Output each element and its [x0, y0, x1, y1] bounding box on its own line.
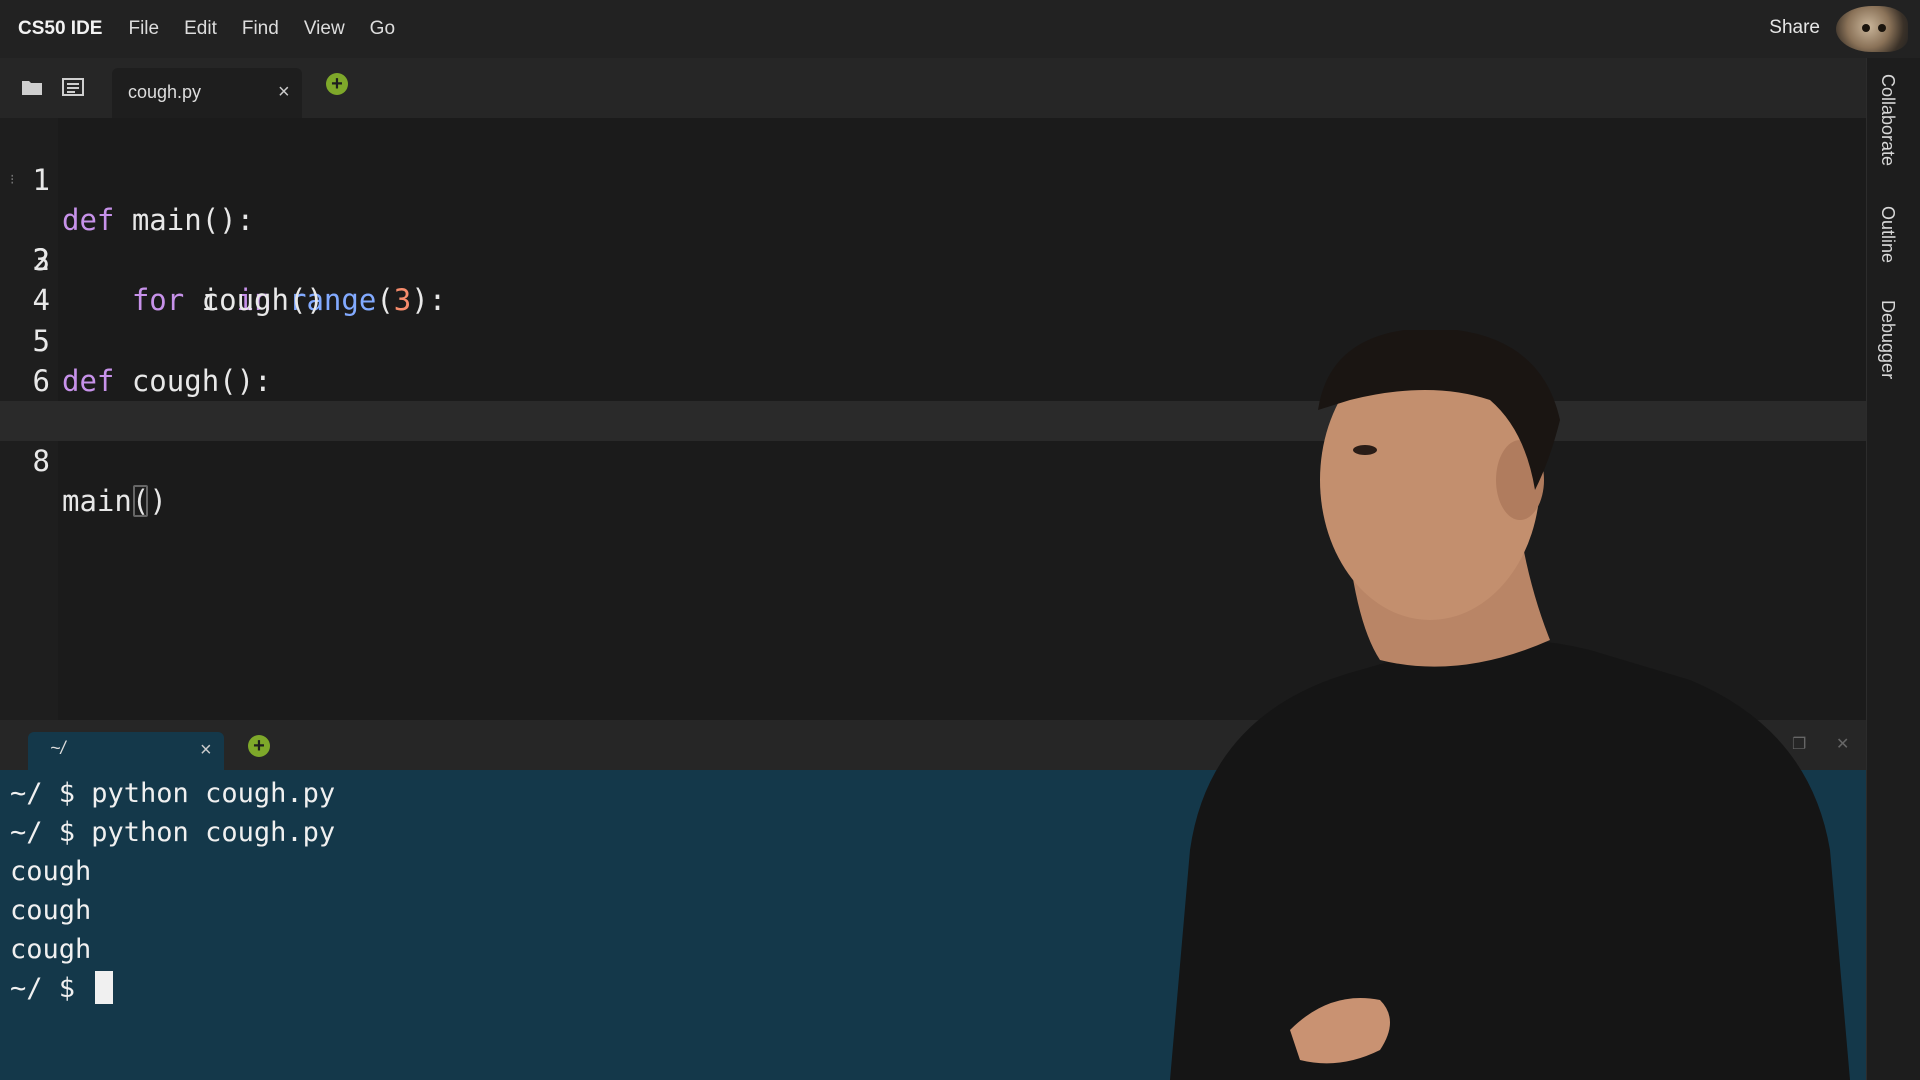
folder-icon[interactable] [21, 78, 43, 96]
terminal-line: cough [10, 856, 92, 887]
tab-debugger[interactable]: Debugger [1877, 300, 1898, 379]
close-icon[interactable]: × [278, 82, 290, 102]
code-line[interactable]: 5 def cough(): [0, 281, 1866, 398]
tab-terminal[interactable]: ~/ × [28, 732, 224, 770]
code-line[interactable]: ⁝ 2 for i in range(3): [0, 160, 1866, 317]
menu-bar: CS50 IDE File Edit Find View Go Share [0, 0, 1920, 58]
app-title: CS50 IDE [18, 18, 103, 39]
presenter-image [1170, 330, 1850, 1080]
add-tab-button[interactable]: + [326, 73, 348, 95]
terminal-line: ~/ $ python cough.py [10, 778, 336, 809]
editor-tab-bar: cough.py × + [0, 58, 1866, 118]
terminal-line: cough [10, 895, 92, 926]
code-line[interactable]: 1 def main(): [0, 120, 1866, 237]
tab-cough-py[interactable]: cough.py × [112, 68, 302, 118]
tab-outline[interactable]: Outline [1877, 206, 1898, 263]
code-text: main() [62, 484, 167, 518]
terminal-prompt-line[interactable]: ~/ $ [10, 969, 114, 1008]
code-line[interactable]: 3 cough() [0, 200, 1866, 317]
menu-view[interactable]: View [304, 18, 345, 40]
menu-find[interactable]: Find [242, 18, 279, 40]
avatar[interactable] [1836, 6, 1908, 52]
share-button[interactable]: Share [1769, 17, 1820, 39]
outline-icon[interactable] [62, 78, 84, 96]
add-terminal-button[interactable]: + [248, 735, 270, 757]
fold-marker-icon: ⁝ [10, 172, 15, 188]
terminal-line: ~/ $ python cough.py [10, 817, 336, 848]
code-line[interactable]: 4 [0, 240, 1866, 317]
menu-go[interactable]: Go [370, 18, 395, 40]
menu-edit[interactable]: Edit [184, 18, 217, 40]
terminal-line: cough [10, 934, 92, 965]
side-panel: Collaborate Outline Debugger [1866, 58, 1920, 1080]
tab-collaborate[interactable]: Collaborate [1877, 74, 1898, 166]
tab-filename: cough.py [128, 82, 202, 102]
avatar-eye-left [1862, 24, 1870, 32]
terminal-tab-label: ~/ [50, 738, 66, 758]
avatar-eye-right [1878, 24, 1886, 32]
line-number: 8 [32, 444, 50, 478]
close-icon[interactable]: × [200, 740, 212, 760]
terminal-prompt: ~/ $ [10, 973, 92, 1004]
menu-file[interactable]: File [128, 18, 159, 40]
terminal-cursor [95, 971, 114, 1004]
